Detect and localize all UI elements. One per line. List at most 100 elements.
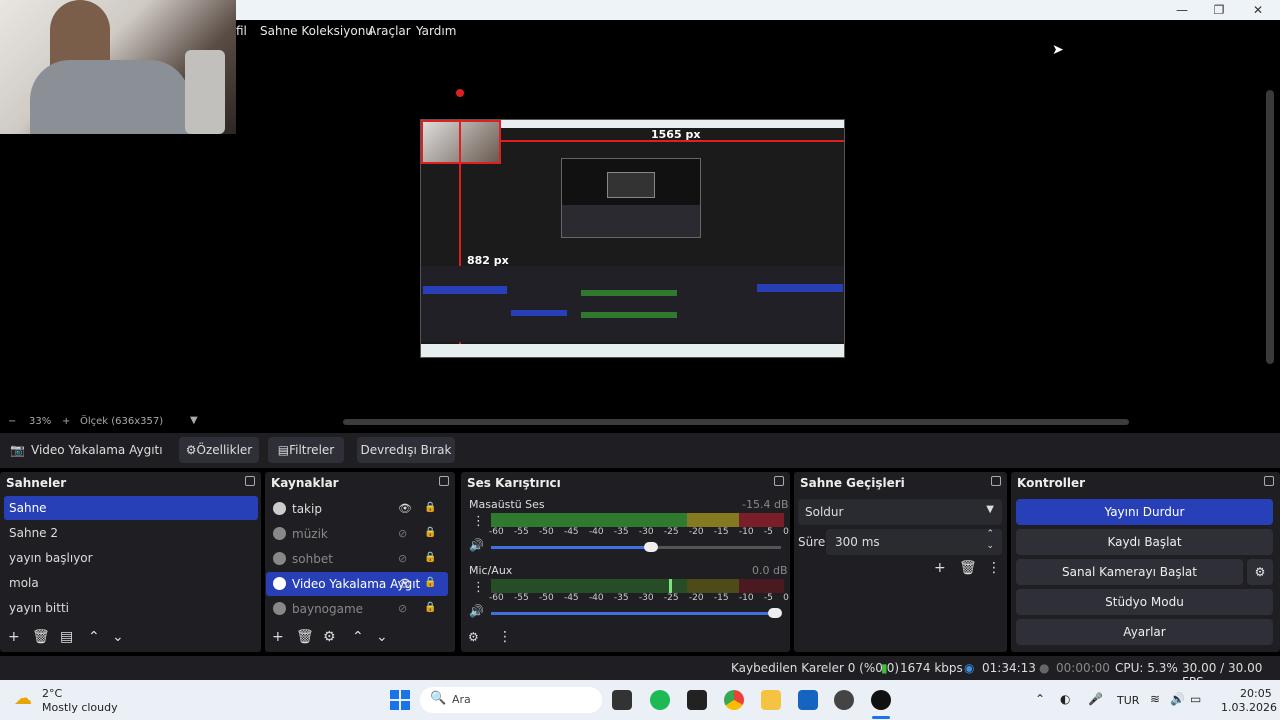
volume-slider[interactable] (491, 608, 783, 618)
scale-dropdown-icon[interactable]: ▼ (190, 415, 198, 426)
taskbar-search[interactable]: 🔍 Ara (420, 687, 602, 713)
nested-taskbar (421, 344, 844, 357)
scene-item[interactable]: Sahne (4, 496, 258, 520)
volume-slider[interactable] (491, 542, 781, 552)
chrome-icon[interactable] (724, 690, 744, 710)
gear-icon[interactable]: ⚙ (1247, 559, 1273, 585)
folder-icon[interactable] (761, 690, 781, 710)
move-up-icon[interactable]: ⌃ (88, 629, 100, 645)
speaker-icon[interactable]: 🔊 (469, 538, 484, 552)
menu-help[interactable]: Yardım (416, 24, 456, 38)
undock-icon[interactable] (245, 476, 255, 486)
menu-scene-collection[interactable]: Sahne Koleksiyonu (260, 24, 373, 38)
meter-tick: -25 (663, 593, 679, 603)
move-down-icon[interactable]: ⌄ (376, 629, 388, 645)
minimize-icon[interactable]: — (1164, 1, 1200, 19)
source-item[interactable]: Video Yakalama Aygıt 👁 🔒 (266, 572, 448, 596)
move-up-icon[interactable]: ⌃ (352, 629, 364, 645)
epic-games-icon[interactable] (687, 690, 707, 710)
remove-scene-icon[interactable]: 🗑 (32, 629, 50, 645)
scene-item[interactable]: Sahne 2 (4, 521, 258, 545)
source-item[interactable]: baynogame ⊘ 🔒 (266, 597, 448, 621)
undock-icon[interactable] (439, 476, 449, 486)
wifi-icon[interactable]: ≋ (1150, 692, 1160, 706)
close-icon[interactable]: ✕ (1240, 1, 1276, 19)
eye-hidden-icon[interactable]: ⊘ (398, 527, 412, 541)
advanced-audio-icon[interactable]: ⚙ (468, 630, 479, 644)
duration-input[interactable]: 300 ms ⌃ ⌄ (826, 529, 1002, 555)
kebab-menu-icon[interactable]: ⋮ (498, 629, 512, 645)
preview-vertical-scrollbar[interactable] (1266, 90, 1274, 364)
lock-icon[interactable]: 🔒 (424, 602, 436, 614)
studio-mode-button[interactable]: Stüdyo Modu (1016, 589, 1273, 615)
clock-date[interactable]: 1.03.2026 (1221, 701, 1277, 714)
rotate-handle[interactable] (456, 89, 464, 97)
add-source-icon[interactable]: + (272, 629, 284, 645)
start-record-button[interactable]: Kaydı Başlat (1016, 529, 1273, 555)
live-icon: ◉ (964, 661, 975, 675)
undock-icon[interactable] (1264, 476, 1274, 486)
scene-item[interactable]: yayın bitti (4, 596, 258, 620)
filters-button[interactable]: ▤Filtreler (268, 437, 344, 463)
spin-up-icon[interactable]: ⌃ (986, 529, 994, 539)
properties-button[interactable]: ⚙Özellikler (179, 437, 259, 463)
source-label: takip (292, 502, 322, 516)
spotify-icon[interactable] (650, 690, 670, 710)
scene-item[interactable]: mola (4, 571, 258, 595)
menu-tools[interactable]: Araçlar (368, 24, 411, 38)
microphone-icon[interactable]: 🎤 (1088, 692, 1103, 706)
chatgpt-icon[interactable] (834, 690, 854, 710)
virtual-camera-button[interactable]: Sanal Kamerayı Başlat (1016, 559, 1243, 585)
start-icon[interactable] (390, 690, 410, 710)
source-item[interactable]: müzik ⊘ 🔒 (266, 522, 448, 546)
kebab-menu-icon[interactable]: ⋮ (472, 580, 485, 595)
source-properties-icon[interactable]: ⚙ (323, 629, 336, 645)
battery-icon[interactable]: ▭ (1190, 692, 1201, 706)
remove-source-icon[interactable]: 🗑 (296, 629, 314, 645)
lock-icon[interactable]: 🔒 (424, 577, 436, 589)
properties-label: Özellikler (196, 443, 253, 457)
add-scene-icon[interactable]: + (8, 629, 20, 645)
move-down-icon[interactable]: ⌄ (112, 629, 124, 645)
transition-select[interactable]: Soldur ▼ (798, 499, 1002, 525)
eye-icon[interactable]: 👁 (398, 502, 412, 516)
undock-icon[interactable] (774, 476, 784, 486)
lock-icon[interactable]: 🔒 (424, 502, 436, 514)
remove-transition-icon[interactable]: 🗑 (959, 560, 977, 576)
eye-icon[interactable]: 👁 (398, 577, 412, 591)
scene-item[interactable]: yayın başlıyor (4, 546, 258, 570)
weather-icon[interactable]: ☁ (14, 688, 32, 709)
zoom-out-button[interactable]: − (8, 416, 16, 427)
kebab-menu-icon[interactable]: ⋮ (987, 560, 1001, 576)
add-transition-icon[interactable]: + (934, 560, 946, 576)
menu-profile[interactable]: fil (236, 24, 247, 38)
settings-button[interactable]: Ayarlar (1016, 619, 1273, 645)
spin-down-icon[interactable]: ⌄ (986, 541, 994, 551)
preview-source-frame[interactable]: 1565 px 882 px (420, 119, 845, 358)
eye-hidden-icon[interactable]: ⊘ (398, 602, 412, 616)
tray-app-icon[interactable]: ◐ (1060, 692, 1070, 706)
deactivate-button[interactable]: Devredışı Bırak (357, 437, 455, 463)
restore-icon[interactable]: ❐ (1201, 1, 1237, 19)
lock-icon[interactable]: 🔒 (424, 527, 436, 539)
zoom-in-button[interactable]: + (62, 416, 70, 427)
language-indicator[interactable]: TUR (1117, 694, 1139, 707)
speaker-icon[interactable]: 🔊 (469, 604, 484, 618)
source-label: baynogame (292, 602, 364, 616)
stop-stream-button[interactable]: Yayını Durdur (1016, 499, 1273, 525)
source-item[interactable]: takip 👁 🔒 (266, 497, 448, 521)
scene-filters-icon[interactable]: ▤ (60, 629, 73, 645)
kebab-menu-icon[interactable]: ⋮ (472, 514, 485, 529)
webcam-thumbnail[interactable] (421, 120, 501, 164)
clock-time[interactable]: 20:05 (1240, 687, 1272, 700)
app-icon[interactable] (612, 690, 632, 710)
source-item[interactable]: sohbet ⊘ 🔒 (266, 547, 448, 571)
volume-icon[interactable]: 🔊 (1170, 692, 1185, 706)
store-icon[interactable] (798, 690, 818, 710)
preview-horizontal-scrollbar[interactable] (343, 419, 1129, 425)
lock-icon[interactable]: 🔒 (424, 552, 436, 564)
eye-hidden-icon[interactable]: ⊘ (398, 552, 412, 566)
obs-icon[interactable] (871, 690, 891, 710)
tray-chevron-icon[interactable]: ⌃ (1035, 692, 1045, 706)
undock-icon[interactable] (991, 476, 1001, 486)
